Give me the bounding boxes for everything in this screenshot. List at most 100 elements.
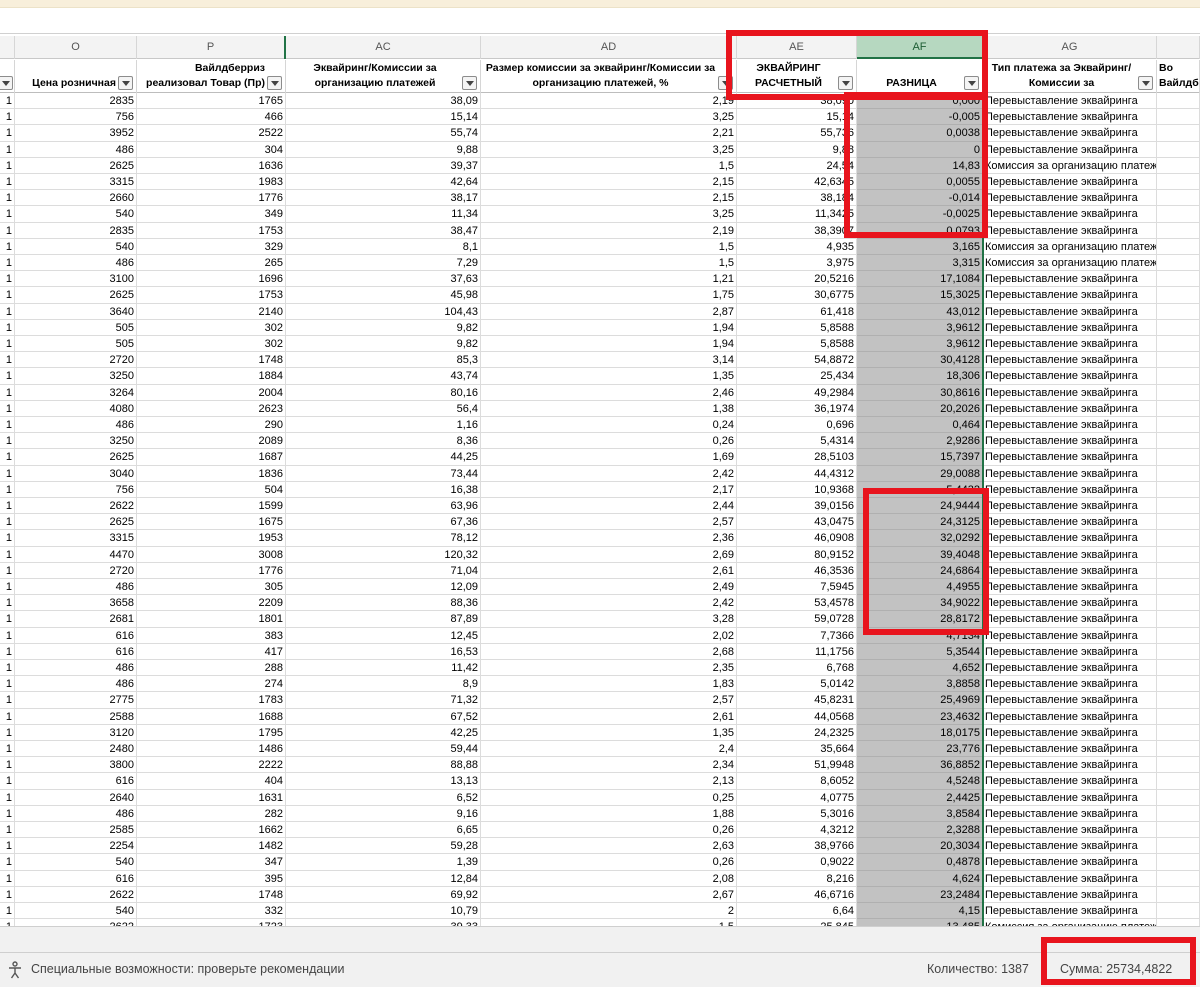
cell-flag[interactable]: 1 (0, 886, 15, 903)
cell-flag[interactable]: 1 (0, 481, 15, 498)
cell-acquiring[interactable]: 12,45 (286, 627, 481, 644)
cell-wb-sold[interactable]: 1748 (137, 352, 286, 369)
cell-acquiring[interactable]: 78,12 (286, 530, 481, 547)
column-letter-ag[interactable]: AG (983, 36, 1157, 59)
cell-commission-pct[interactable]: 1,83 (481, 676, 737, 693)
cell-acquiring-calc[interactable]: 9,88 (737, 141, 857, 158)
filter-dropdown-icon[interactable] (267, 76, 282, 90)
cell-price[interactable]: 3952 (15, 125, 137, 142)
cell-difference[interactable]: 3,9612 (857, 319, 983, 336)
cell-price[interactable]: 3120 (15, 724, 137, 741)
cell-empty[interactable] (1157, 886, 1200, 903)
cell-empty[interactable] (1157, 352, 1200, 369)
cell-flag[interactable]: 1 (0, 238, 15, 255)
cell-flag[interactable]: 1 (0, 125, 15, 142)
cell-difference[interactable]: 23,2484 (857, 886, 983, 903)
cell-wb-sold[interactable]: 1631 (137, 789, 286, 806)
cell-difference[interactable]: 43,012 (857, 303, 983, 320)
cell-price[interactable]: 2585 (15, 822, 137, 839)
cell-empty[interactable] (1157, 579, 1200, 596)
cell-acquiring[interactable]: 12,09 (286, 579, 481, 596)
cell-commission-pct[interactable]: 2,08 (481, 870, 737, 887)
cell-empty[interactable] (1157, 498, 1200, 515)
cell-acquiring-calc[interactable]: 24,54 (737, 157, 857, 174)
cell-price[interactable]: 616 (15, 643, 137, 660)
cell-difference[interactable]: 3,315 (857, 255, 983, 272)
cell-payment-type[interactable]: Перевыставление эквайринга (983, 595, 1157, 612)
cell-difference[interactable]: 0,464 (857, 417, 983, 434)
cell-price[interactable]: 540 (15, 206, 137, 223)
cell-empty[interactable] (1157, 433, 1200, 450)
cell-price[interactable]: 2625 (15, 449, 137, 466)
cell-wb-sold[interactable]: 1884 (137, 368, 286, 385)
cell-acquiring-calc[interactable]: 8,216 (737, 870, 857, 887)
cell-price[interactable]: 2625 (15, 514, 137, 531)
cell-acquiring[interactable]: 67,36 (286, 514, 481, 531)
cell-wb-sold[interactable]: 2222 (137, 757, 286, 774)
cell-acquiring[interactable]: 15,14 (286, 109, 481, 126)
cell-commission-pct[interactable]: 2,61 (481, 562, 737, 579)
cell-price[interactable]: 2622 (15, 886, 137, 903)
cell-price[interactable]: 616 (15, 870, 137, 887)
cell-payment-type[interactable]: Перевыставление эквайринга (983, 352, 1157, 369)
cell-flag[interactable]: 1 (0, 255, 15, 272)
accessibility-status-text[interactable]: Специальные возможности: проверьте реком… (31, 962, 344, 976)
cell-flag[interactable]: 1 (0, 109, 15, 126)
cell-commission-pct[interactable]: 1,5 (481, 919, 737, 926)
cell-wb-sold[interactable]: 2089 (137, 433, 286, 450)
header-cell-payment-type[interactable]: Тип платежа за Эквайринг/Комиссии за (983, 60, 1157, 93)
cell-commission-pct[interactable]: 2,69 (481, 546, 737, 563)
cell-payment-type[interactable]: Перевыставление эквайринга (983, 514, 1157, 531)
cell-empty[interactable] (1157, 287, 1200, 304)
cell-difference[interactable]: 2,9286 (857, 433, 983, 450)
cell-commission-pct[interactable]: 2,87 (481, 303, 737, 320)
cell-payment-type[interactable]: Перевыставление эквайринга (983, 724, 1157, 741)
cell-acquiring-calc[interactable]: 80,9152 (737, 546, 857, 563)
cell-price[interactable]: 486 (15, 805, 137, 822)
cell-acquiring-calc[interactable]: 5,8588 (737, 336, 857, 353)
cell-flag[interactable]: 1 (0, 627, 15, 644)
cell-wb-sold[interactable]: 1801 (137, 611, 286, 628)
cell-payment-type[interactable]: Перевыставление эквайринга (983, 708, 1157, 725)
cell-price[interactable]: 2625 (15, 157, 137, 174)
cell-wb-sold[interactable]: 1599 (137, 498, 286, 515)
cell-wb-sold[interactable]: 1753 (137, 287, 286, 304)
cell-flag[interactable]: 1 (0, 319, 15, 336)
cell-acquiring[interactable]: 44,25 (286, 449, 481, 466)
cell-empty[interactable] (1157, 319, 1200, 336)
cell-difference[interactable]: 2,3288 (857, 822, 983, 839)
cell-wb-sold[interactable]: 2004 (137, 384, 286, 401)
cell-wb-sold[interactable]: 349 (137, 206, 286, 223)
cell-commission-pct[interactable]: 2,63 (481, 838, 737, 855)
cell-flag[interactable]: 1 (0, 417, 15, 434)
column-letter-ac[interactable]: AC (286, 36, 481, 59)
cell-acquiring-calc[interactable]: 44,0568 (737, 708, 857, 725)
cell-acquiring-calc[interactable]: 55,736 (737, 125, 857, 142)
cell-difference[interactable]: 15,7397 (857, 449, 983, 466)
cell-wb-sold[interactable]: 288 (137, 660, 286, 677)
cell-payment-type[interactable]: Перевыставление эквайринга (983, 271, 1157, 288)
cell-acquiring[interactable]: 9,88 (286, 141, 481, 158)
cell-wb-sold[interactable]: 1748 (137, 886, 286, 903)
cell-commission-pct[interactable]: 2 (481, 903, 737, 920)
column-letter-p[interactable]: P (137, 36, 286, 59)
cell-empty[interactable] (1157, 109, 1200, 126)
cell-price[interactable]: 486 (15, 141, 137, 158)
cell-payment-type[interactable]: Перевыставление эквайринга (983, 530, 1157, 547)
cell-acquiring[interactable]: 55,74 (286, 125, 481, 142)
cell-payment-type[interactable]: Перевыставление эквайринга (983, 368, 1157, 385)
cell-acquiring-calc[interactable]: 4,3212 (737, 822, 857, 839)
cell-acquiring-calc[interactable]: 38,3907 (737, 222, 857, 239)
cell-commission-pct[interactable]: 2,02 (481, 627, 737, 644)
cell-payment-type[interactable]: Перевыставление эквайринга (983, 886, 1157, 903)
cell-commission-pct[interactable]: 1,21 (481, 271, 737, 288)
cell-acquiring[interactable]: 8,36 (286, 433, 481, 450)
cell-commission-pct[interactable]: 2,57 (481, 692, 737, 709)
cell-wb-sold[interactable]: 265 (137, 255, 286, 272)
cell-acquiring-calc[interactable]: 51,9948 (737, 757, 857, 774)
cell-acquiring-calc[interactable]: 45,8231 (737, 692, 857, 709)
cell-wb-sold[interactable]: 1795 (137, 724, 286, 741)
cell-wb-sold[interactable]: 1753 (137, 222, 286, 239)
cell-acquiring-calc[interactable]: 4,935 (737, 238, 857, 255)
cell-empty[interactable] (1157, 93, 1200, 110)
